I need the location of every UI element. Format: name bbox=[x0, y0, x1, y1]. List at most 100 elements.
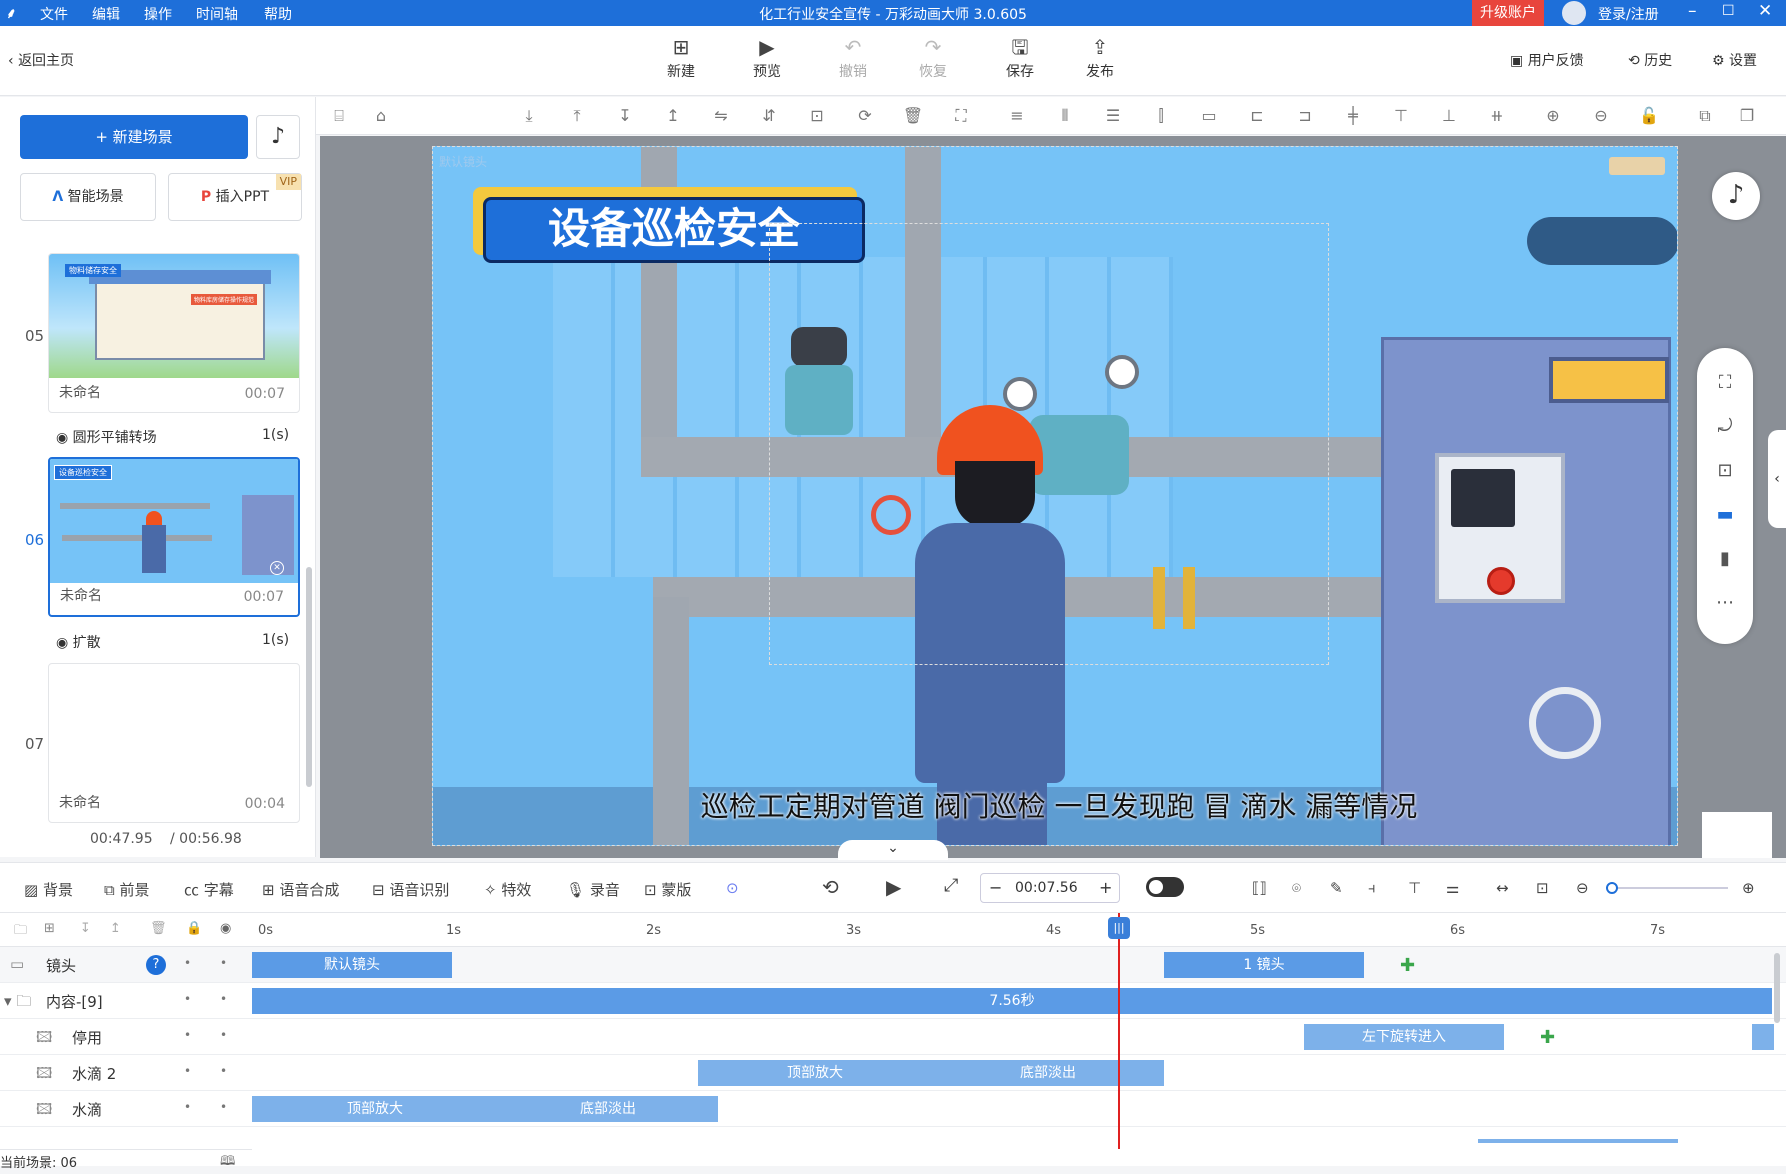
align-middle-icon[interactable]: ☰ bbox=[1102, 105, 1124, 127]
login-link[interactable]: 登录/注册 bbox=[1598, 4, 1659, 24]
playhead-handle[interactable]: ||| bbox=[1108, 917, 1130, 939]
rotate-device-icon[interactable]: ⤾ bbox=[1714, 416, 1736, 438]
delete-icon[interactable]: 🗑 bbox=[902, 105, 924, 127]
track-layer[interactable]: 🖾 水滴 2 • • 顶部放大 底部淡出 bbox=[0, 1055, 1786, 1091]
chevron-down-icon[interactable]: ⌄ bbox=[838, 840, 948, 860]
tts-button[interactable]: ⊞ 语音合成 bbox=[262, 879, 339, 900]
settings-button[interactable]: ⚙ 设置 bbox=[1712, 50, 1757, 70]
dot-icon[interactable]: • bbox=[184, 992, 191, 1006]
flip-horizontal-icon[interactable]: ⇋ bbox=[710, 105, 732, 127]
zoom-out-icon[interactable]: ⊖ bbox=[1590, 105, 1612, 127]
record-button[interactable]: 🎙 录音 bbox=[566, 879, 620, 900]
track-bar[interactable]: 底部淡出 bbox=[498, 1096, 718, 1122]
folder-icon[interactable]: 🗀 bbox=[14, 921, 27, 943]
track-content[interactable]: ▾ 🗀 内容-[9] • • 7.56秒 bbox=[0, 983, 1786, 1019]
dot-icon[interactable]: • bbox=[220, 1028, 227, 1042]
foreground-button[interactable]: ⧉ 前景 bbox=[104, 879, 150, 900]
align-left-icon[interactable]: ⊏ bbox=[1246, 105, 1268, 127]
new-scene-button[interactable]: + 新建场景 bbox=[20, 115, 248, 159]
caption-button[interactable]: ㏄ 字幕 bbox=[184, 879, 234, 900]
undo-button[interactable]: ↶ 撤销 bbox=[823, 36, 883, 81]
background-button[interactable]: ▨ 背景 bbox=[24, 879, 73, 900]
collapse-panel-icon[interactable]: ‹ bbox=[1768, 430, 1786, 528]
move-top-icon[interactable]: ⤒ bbox=[566, 105, 588, 127]
smart-scene-button[interactable]: Λ 智能场景 bbox=[20, 173, 156, 221]
align-right-icon[interactable]: ⊐ bbox=[1294, 105, 1316, 127]
history-button[interactable]: ⟲ 历史 bbox=[1628, 50, 1672, 70]
asr-button[interactable]: ⊟ 语音识别 bbox=[372, 879, 449, 900]
transition-item[interactable]: ◉ 圆形平铺转场 bbox=[56, 427, 157, 447]
effects-button[interactable]: ✧ 特效 bbox=[484, 879, 531, 900]
flip-vertical-icon[interactable]: ⇵ bbox=[758, 105, 780, 127]
music-note-icon[interactable]: ♪ bbox=[1712, 172, 1760, 220]
maximize-icon[interactable]: ☐ bbox=[1722, 3, 1735, 19]
close-icon[interactable]: ✕ bbox=[270, 561, 284, 575]
distribute-v-icon[interactable]: ⫿ bbox=[1150, 105, 1172, 127]
time-stepper[interactable]: − 00:07.56 + bbox=[980, 873, 1120, 903]
dot-icon[interactable]: • bbox=[184, 956, 191, 970]
avatar[interactable] bbox=[1562, 1, 1586, 25]
monitor-icon[interactable]: ▬ bbox=[1714, 504, 1736, 526]
lock-icon[interactable]: 🔒 bbox=[186, 921, 202, 936]
book-icon[interactable]: 🕮 bbox=[220, 1152, 235, 1174]
increment-button[interactable]: + bbox=[1099, 878, 1112, 897]
paste-icon[interactable]: ❐ bbox=[1736, 105, 1758, 127]
new-button[interactable]: ⊞ 新建 bbox=[651, 36, 711, 81]
new-folder-icon[interactable]: ⊞ bbox=[44, 921, 55, 936]
dot-icon[interactable]: • bbox=[220, 992, 227, 1006]
add-keyframe-icon[interactable]: ✚ bbox=[1540, 1027, 1555, 1048]
delete-icon[interactable]: 🗑 bbox=[150, 921, 167, 936]
decrement-button[interactable]: − bbox=[989, 878, 1002, 897]
feedback-button[interactable]: ▣ 用户反馈 bbox=[1510, 50, 1584, 70]
home-icon[interactable]: ⌂ bbox=[370, 105, 392, 127]
time-ruler[interactable]: 0s 1s 2s 3s 4s 5s 6s 7s bbox=[252, 913, 1786, 947]
fullscreen-icon[interactable]: ⤢ bbox=[944, 875, 958, 896]
scene-card-07[interactable]: 未命名 00:04 bbox=[48, 663, 300, 823]
publish-button[interactable]: ⇪ 发布 bbox=[1070, 36, 1130, 81]
copy-icon[interactable]: ⧉ bbox=[1694, 105, 1716, 127]
track-camera[interactable]: ▭ 镜头 ? • • 默认镜头 1 镜头 ✚ bbox=[0, 947, 1786, 983]
rotate-icon[interactable]: ⟳ bbox=[854, 105, 876, 127]
unlock-icon[interactable]: 🔓 bbox=[1638, 105, 1660, 127]
save-button[interactable]: 🖫 保存 bbox=[990, 36, 1050, 81]
crop-icon[interactable]: ⛶ bbox=[950, 105, 972, 127]
play-icon[interactable]: ▶ bbox=[886, 875, 901, 899]
minimize-icon[interactable]: – bbox=[1688, 1, 1697, 21]
move-down-icon[interactable]: ↧ bbox=[80, 921, 91, 936]
mobile-icon[interactable]: ▮ bbox=[1714, 548, 1736, 570]
camera-frame-icon[interactable]: ⟦⟧ bbox=[1252, 879, 1267, 897]
redo-button[interactable]: ↷ 恢复 bbox=[903, 36, 963, 81]
move-up-icon[interactable]: ↥ bbox=[110, 921, 121, 936]
zoom-slider-handle[interactable] bbox=[1606, 882, 1618, 894]
dot-icon[interactable]: • bbox=[184, 1028, 191, 1042]
insert-ppt-button[interactable]: P 插入PPT VIP bbox=[168, 173, 302, 221]
close-icon[interactable]: ✕ bbox=[1758, 1, 1772, 21]
move-down-icon[interactable]: ↧ bbox=[614, 105, 636, 127]
eye-icon[interactable]: ◉ bbox=[220, 921, 231, 936]
scene-list-scrollbar[interactable] bbox=[306, 567, 312, 787]
dot-icon[interactable]: • bbox=[184, 1100, 191, 1114]
split-icon[interactable]: ⫞ bbox=[1368, 879, 1376, 897]
zoom-out-icon[interactable]: ⊖ bbox=[1576, 879, 1589, 897]
help-icon[interactable]: ? bbox=[146, 955, 166, 975]
timeline-scrollbar[interactable] bbox=[1774, 953, 1780, 1023]
zoom-in-icon[interactable]: ⊕ bbox=[1742, 879, 1755, 897]
fit-width-icon[interactable]: ↔ bbox=[1496, 879, 1509, 897]
align-top-edge-icon[interactable]: ▭ bbox=[1198, 105, 1220, 127]
playhead[interactable]: ||| bbox=[1108, 913, 1130, 1149]
screenshot-icon[interactable]: ⌾ bbox=[1292, 879, 1301, 897]
zoom-in-icon[interactable]: ⊕ bbox=[1542, 105, 1564, 127]
more-icon[interactable]: ⋯ bbox=[1714, 592, 1736, 614]
track-bar[interactable]: 底部淡出 bbox=[932, 1060, 1164, 1086]
subtitle-caption[interactable]: 巡检工定期对管道 阀门巡检 一旦发现跑 冒 滴水 漏等情况 bbox=[689, 785, 1429, 831]
more-tools-icon[interactable]: ⊙ bbox=[726, 879, 739, 897]
dot-icon[interactable]: • bbox=[220, 1064, 227, 1078]
dot-icon[interactable]: • bbox=[220, 1100, 227, 1114]
track-bar[interactable]: 顶部放大 bbox=[698, 1060, 932, 1086]
track-layer[interactable]: 🖾 水滴 • • 顶部放大 底部淡出 bbox=[0, 1091, 1786, 1127]
zoom-slider[interactable] bbox=[1606, 882, 1728, 894]
align-hcenter-icon[interactable]: ╪ bbox=[1342, 105, 1364, 127]
track-bar[interactable]: 7.56秒 bbox=[252, 988, 1772, 1014]
preview-button[interactable]: ▶ 预览 bbox=[737, 36, 797, 81]
align-vcenter-icon[interactable]: ⧺ bbox=[1486, 105, 1508, 127]
